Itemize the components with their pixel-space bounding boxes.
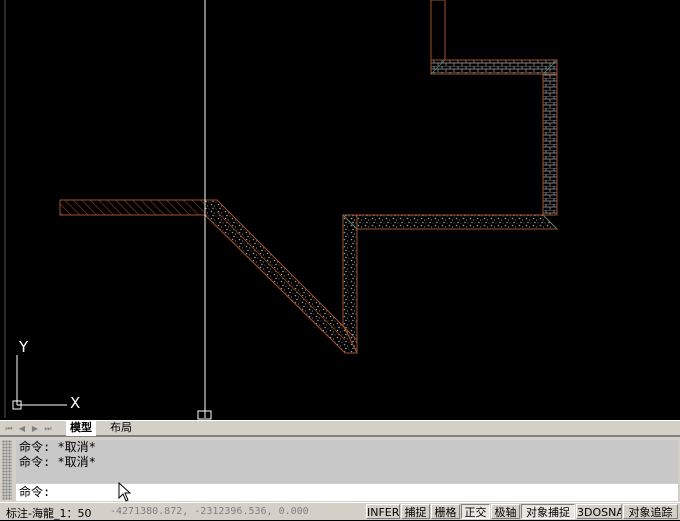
command-history-line: 命令: *取消*: [19, 455, 96, 469]
tab-model[interactable]: 模型: [66, 421, 96, 436]
next-tab-icon[interactable]: ▶: [30, 423, 40, 434]
top-brick-wall[interactable]: [430, 59, 558, 75]
right-brick-wall[interactable]: [542, 73, 558, 216]
command-window: 命令: *取消* 命令: *取消* 命令:: [0, 436, 680, 502]
infer-toggle[interactable]: INFER: [366, 504, 400, 519]
prev-tab-icon[interactable]: ◀: [17, 423, 27, 434]
slab-section[interactable]: [59, 199, 206, 216]
grid-toggle[interactable]: 栅格: [431, 504, 460, 519]
ucs-icon: [12, 355, 67, 410]
layout-tabs-bar: ⏮ ◀ ▶ ⏭ 模型 布局: [0, 420, 680, 436]
landing-slab[interactable]: [341, 214, 559, 230]
mouse-pointer-icon: [118, 482, 132, 502]
snap-toggle[interactable]: 捕捉: [401, 504, 430, 519]
ucs-x-label: X: [70, 394, 80, 412]
tab-layout[interactable]: 布局: [106, 421, 136, 436]
osnap-toggle[interactable]: 对象捕捉: [521, 504, 575, 519]
command-input[interactable]: 命令:: [16, 484, 678, 501]
polar-toggle[interactable]: 极轴: [491, 504, 520, 519]
ucs-y-label: Y: [18, 338, 29, 356]
3dosnap-toggle[interactable]: 3DOSNAP: [576, 504, 622, 519]
status-bar: 标注-海龍_1：50 -4271380.872, -2312396.536, 0…: [0, 502, 680, 520]
annotation-scale[interactable]: 标注-海龍_1：50: [6, 505, 91, 521]
ortho-toggle[interactable]: 正交: [461, 504, 490, 519]
command-history-line: 命令: *取消*: [19, 440, 96, 454]
top-vertical-wall[interactable]: [430, 0, 446, 61]
coordinates-readout: -4271380.872, -2312396.536, 0.000: [110, 506, 309, 517]
drawing-geometry: Y X: [4, 0, 559, 420]
drawing-canvas[interactable]: Y X: [0, 0, 680, 420]
first-tab-icon[interactable]: ⏮: [4, 423, 14, 434]
last-tab-icon[interactable]: ⏭: [43, 423, 53, 434]
otrack-toggle[interactable]: 对象追踪: [623, 504, 678, 519]
command-history: 命令: *取消* 命令: *取消*: [16, 440, 678, 483]
command-window-grip[interactable]: [2, 440, 12, 500]
command-prompt: 命令:: [19, 485, 51, 499]
